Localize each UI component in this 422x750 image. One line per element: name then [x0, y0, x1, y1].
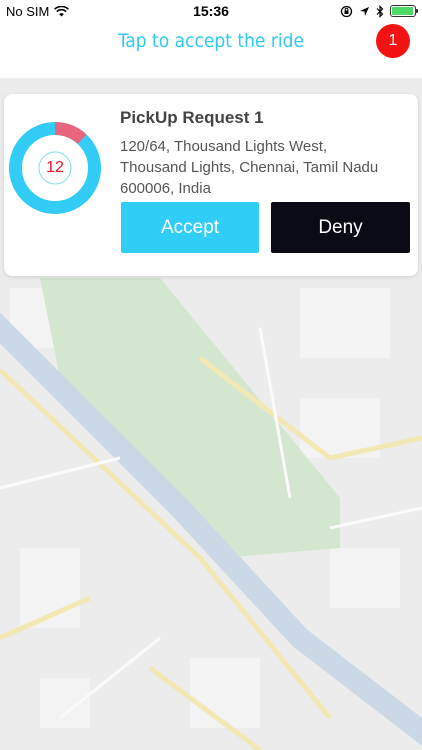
page-title: Tap to accept the ride — [117, 30, 305, 52]
deny-button[interactable]: Deny — [271, 202, 410, 253]
pickup-request-card: 12 PickUp Request 1 120/64, Thousand Lig… — [4, 94, 418, 276]
notification-badge[interactable]: 1 — [376, 24, 410, 58]
status-right — [340, 4, 418, 18]
rotation-lock-icon — [340, 5, 353, 17]
bluetooth-icon — [376, 4, 384, 18]
battery-icon — [390, 5, 418, 17]
timer-value: 12 — [46, 159, 64, 176]
status-time: 15:36 — [193, 3, 229, 19]
address-line: 600006, India — [120, 180, 211, 197]
carrier-label: No SIM — [6, 3, 50, 19]
battery-level — [392, 7, 413, 15]
request-title: PickUp Request 1 — [120, 108, 264, 127]
pickup-address: 120/64, Thousand Lights West, Thousand L… — [120, 136, 410, 199]
status-left: No SIM — [6, 3, 70, 19]
accept-button[interactable]: Accept — [121, 202, 259, 253]
address-line: 120/64, Thousand Lights West, — [120, 138, 328, 155]
header-bar: Tap to accept the ride 1 — [0, 22, 422, 78]
countdown-timer: 12 — [9, 122, 101, 214]
wifi-icon — [54, 5, 70, 16]
status-bar: No SIM 15:36 — [0, 0, 422, 22]
address-line: Thousand Lights, Chennai, Tamil Nadu — [120, 159, 379, 176]
location-arrow-icon — [360, 6, 369, 16]
